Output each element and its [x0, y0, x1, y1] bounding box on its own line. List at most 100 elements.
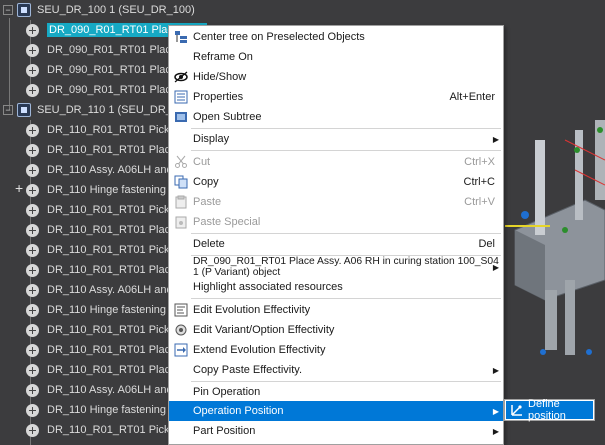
menu-item-paste-special[interactable]: Paste Special	[169, 212, 503, 232]
tree-op-node[interactable]: DR_110 Hinge fastening 1 (P	[26, 180, 189, 200]
collapse-icon[interactable]: −	[3, 5, 13, 15]
menu-item-label: Edit Evolution Effectivity	[193, 304, 311, 316]
menu-item-paste[interactable]: Paste Ctrl+V	[169, 192, 503, 212]
menu-item-label: DR_090_R01_RT01 Place Assy. A06 RH in cu…	[193, 256, 499, 278]
tree-op-node[interactable]: DR_110 Hinge fastening 1 (G	[26, 300, 191, 320]
paste-icon	[175, 195, 187, 209]
menu-item-label: Reframe On	[193, 51, 253, 63]
menu-item-shortcut: Ctrl+X	[464, 156, 495, 168]
operation-icon	[26, 323, 39, 337]
operation-icon	[26, 43, 39, 57]
menu-item-shortcut: Ctrl+C	[463, 176, 495, 188]
define-position-icon	[511, 405, 522, 416]
menu-item-define-position[interactable]: Define position	[506, 398, 593, 422]
operation-icon	[26, 183, 39, 197]
operation-position-submenu: Define position	[504, 398, 595, 422]
menu-item-object-submenu[interactable]: DR_090_R01_RT01 Place Assy. A06 RH in cu…	[169, 256, 503, 278]
submenu-arrow-icon: ▶	[492, 406, 499, 416]
menu-item-display[interactable]: Display ▶	[169, 129, 503, 149]
center-tree-icon	[175, 31, 187, 43]
operation-icon	[26, 283, 39, 297]
menu-item-pin-operation[interactable]: Pin Operation	[169, 382, 503, 402]
menu-separator	[191, 298, 501, 299]
tree-node-label: SEU_DR_100 1 (SEU_DR_100)	[37, 4, 195, 16]
menu-item-open-subtree[interactable]: Open Subtree	[169, 107, 503, 127]
menu-item-shortcut: Del	[478, 238, 495, 250]
properties-icon	[174, 90, 188, 104]
context-menu: Center tree on Preselected Objects Refra…	[168, 25, 504, 445]
menu-item-label: Copy Paste Effectivity.	[193, 364, 303, 376]
menu-item-label: Extend Evolution Effectivity	[193, 344, 326, 356]
tree-group-node[interactable]: − SEU_DR_110 1 (SEU_DR_110)	[3, 100, 193, 120]
operation-icon	[26, 63, 39, 77]
extend-evolution-icon	[174, 343, 188, 357]
system-node-icon	[17, 3, 31, 17]
menu-item-label: Pin Operation	[193, 386, 261, 398]
menu-item-shortcut: Ctrl+V	[464, 196, 495, 208]
operation-icon	[26, 123, 39, 137]
operation-icon	[26, 343, 39, 357]
menu-item-label: Highlight associated resources	[193, 281, 343, 293]
operation-icon	[26, 383, 39, 397]
menu-item-label: Copy	[193, 176, 219, 188]
copy-icon	[174, 175, 188, 189]
machine-model-icon	[505, 120, 605, 355]
menu-item-extend-evolution[interactable]: Extend Evolution Effectivity	[169, 340, 503, 360]
menu-item-copy-paste-effectivity[interactable]: Copy Paste Effectivity. ▶	[169, 360, 503, 380]
menu-item-highlight-resources[interactable]: Highlight associated resources	[169, 277, 503, 297]
scissors-icon	[175, 155, 187, 168]
menu-item-hide-show[interactable]: Hide/Show	[169, 67, 503, 87]
system-node-icon	[17, 103, 31, 117]
menu-item-label: Operation Position	[193, 405, 284, 417]
submenu-arrow-icon: ▶	[492, 134, 499, 144]
operation-icon	[26, 403, 39, 417]
menu-item-reframe-on[interactable]: Reframe On	[169, 47, 503, 67]
operation-icon	[26, 363, 39, 377]
menu-item-label: Center tree on Preselected Objects	[193, 31, 365, 43]
submenu-item-label: Define position	[528, 398, 566, 422]
tree-op-node[interactable]: DR_110 Assy. A06LH and hin	[26, 380, 190, 400]
paste-special-icon	[175, 216, 187, 229]
menu-item-shortcut: Alt+Enter	[449, 91, 495, 103]
operation-icon	[26, 263, 39, 277]
menu-item-delete[interactable]: Delete Del	[169, 234, 503, 254]
collapse-icon[interactable]: −	[3, 105, 13, 115]
eye-icon	[174, 71, 188, 83]
operation-icon	[26, 303, 39, 317]
menu-separator	[191, 150, 501, 151]
operation-icon	[26, 243, 39, 257]
operation-icon	[26, 163, 39, 177]
operation-icon	[26, 423, 39, 437]
menu-item-operation-position[interactable]: Operation Position ▶	[169, 401, 503, 421]
menu-item-edit-evolution[interactable]: Edit Evolution Effectivity	[169, 300, 503, 320]
tree-op-node[interactable]: DR_110 Assy. A06LH and hin	[26, 160, 190, 180]
menu-item-copy[interactable]: Copy Ctrl+C	[169, 172, 503, 192]
menu-item-edit-variant[interactable]: Edit Variant/Option Effectivity	[169, 320, 503, 340]
menu-item-label: Hide/Show	[193, 71, 247, 83]
3d-viewport[interactable]	[505, 0, 605, 445]
tree-op-node[interactable]: DR_110 Hinge fastening 1 (R	[26, 400, 190, 420]
open-subtree-icon	[175, 112, 187, 122]
menu-item-label: Paste	[193, 196, 222, 208]
operation-icon	[26, 83, 39, 97]
menu-item-center-tree[interactable]: Center tree on Preselected Objects	[169, 27, 503, 47]
menu-item-label: Display	[193, 133, 230, 145]
menu-item-label: Paste Special	[193, 216, 261, 228]
menu-item-label: Part Position	[193, 425, 256, 437]
operation-icon	[26, 203, 39, 217]
expand-icon[interactable]: +	[15, 180, 23, 196]
menu-item-label: Cut	[193, 156, 211, 168]
operation-icon	[26, 223, 39, 237]
tree-connector	[9, 18, 10, 110]
menu-item-part-position[interactable]: Part Position ▶	[169, 421, 503, 441]
operation-icon	[26, 143, 39, 157]
menu-item-label: Properties	[193, 91, 244, 103]
menu-item-properties[interactable]: Properties Alt+Enter	[169, 87, 503, 107]
edit-variant-icon	[175, 324, 187, 336]
submenu-arrow-icon: ▶	[492, 426, 499, 436]
tree-op-node[interactable]: DR_110 Assy. A06LH and hin	[26, 280, 190, 300]
tree-group-node[interactable]: − SEU_DR_100 1 (SEU_DR_100)	[3, 0, 195, 20]
menu-item-label: Edit Variant/Option Effectivity	[193, 324, 335, 336]
operation-icon	[26, 23, 39, 37]
menu-item-cut[interactable]: Cut Ctrl+X	[169, 152, 503, 172]
